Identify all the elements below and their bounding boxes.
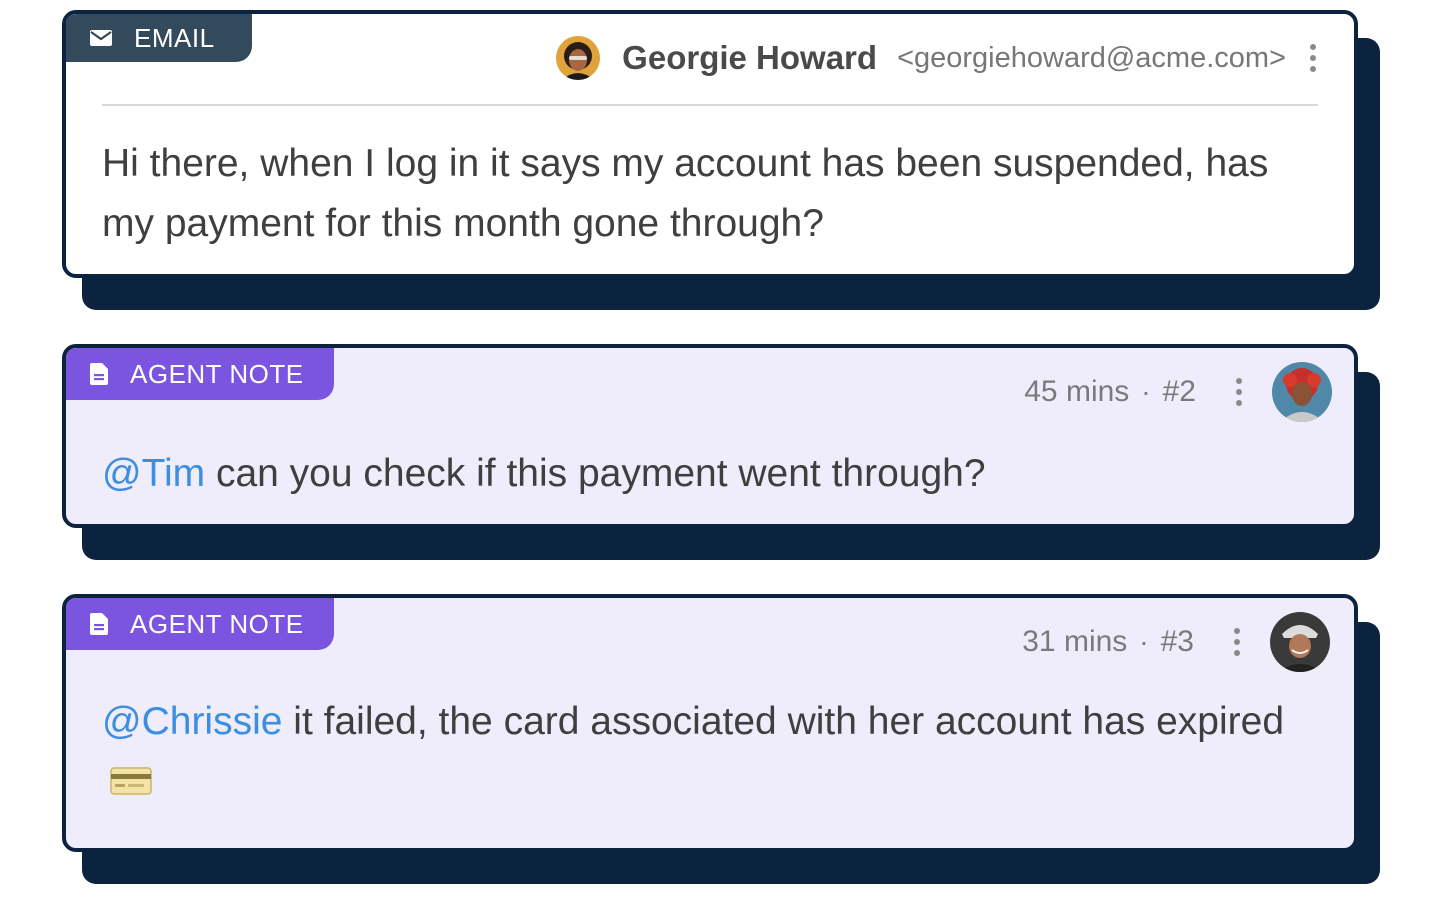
email-card: EMAIL Georgie Howard <georgiehoward@acme…	[62, 10, 1358, 278]
note-message: @Chrissie it failed, the card associated…	[102, 692, 1318, 814]
sender-email[interactable]: <georgiehoward@acme.com>	[897, 42, 1286, 75]
mention-link[interactable]: @Tim	[102, 452, 205, 495]
meta-separator: ·	[1139, 626, 1149, 657]
email-message: Hi there, when I log in it says my accou…	[102, 142, 1269, 245]
agent-note-tag-label: AGENT NOTE	[130, 608, 304, 639]
agent-note-card: AGENT NOTE 31 mins · #3 @Chrissie it fai…	[62, 594, 1358, 852]
note-number: #3	[1160, 625, 1194, 658]
mention-link[interactable]: @Chrissie	[102, 700, 282, 743]
note-time: 45 mins	[1024, 375, 1130, 408]
meta-separator: ·	[1141, 376, 1151, 407]
note-more-options-icon[interactable]	[1236, 378, 1242, 406]
email-more-options-icon[interactable]	[1310, 44, 1316, 72]
note-number: #2	[1162, 375, 1196, 408]
agent-note-card: AGENT NOTE 45 mins · #2 @Tim can you che…	[62, 344, 1358, 528]
note-meta: 31 mins · #3	[1022, 612, 1330, 672]
note-message-text: it failed, the card associated with her …	[282, 700, 1285, 743]
document-icon	[90, 613, 108, 635]
note-more-options-icon[interactable]	[1234, 628, 1240, 656]
document-icon	[90, 363, 108, 385]
agent-note-tag: AGENT NOTE	[66, 598, 334, 650]
sender-avatar[interactable]	[556, 36, 601, 80]
email-tag: EMAIL	[66, 14, 252, 62]
agent-avatar[interactable]	[1270, 612, 1330, 672]
agent-avatar[interactable]	[1272, 362, 1332, 422]
note-time: 31 mins	[1022, 625, 1128, 658]
email-divider	[102, 104, 1318, 106]
agent-note-tag-label: AGENT NOTE	[130, 358, 304, 389]
note-message-text: can you check if this payment went throu…	[205, 452, 986, 495]
email-sender: Georgie Howard <georgiehoward@acme.com>	[556, 36, 1316, 80]
agent-note-tag: AGENT NOTE	[66, 348, 334, 400]
email-tag-label: EMAIL	[134, 22, 215, 53]
note-meta: 45 mins · #2	[1024, 362, 1332, 422]
envelope-icon	[90, 30, 112, 46]
note-message: @Tim can you check if this payment went …	[102, 444, 1318, 504]
credit-card-icon	[110, 754, 152, 814]
sender-name[interactable]: Georgie Howard	[622, 39, 877, 77]
